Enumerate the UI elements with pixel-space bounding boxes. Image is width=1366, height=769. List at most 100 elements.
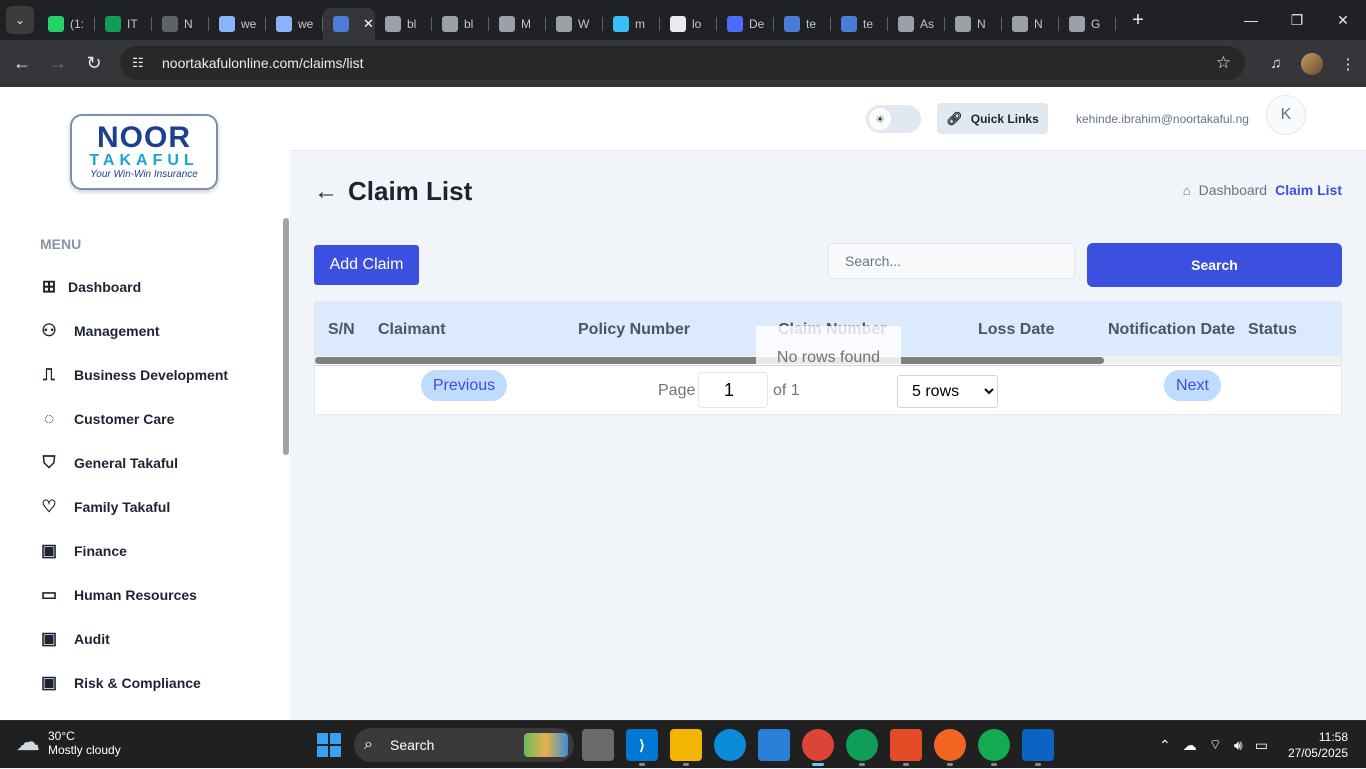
theme-toggle[interactable]: ☀ [866, 105, 921, 133]
search-input[interactable] [828, 243, 1075, 279]
postman-icon[interactable] [934, 729, 966, 766]
chrome-profile-icon[interactable] [846, 729, 878, 766]
breadcrumb-dashboard[interactable]: Dashboard [1199, 182, 1268, 198]
browser-tab[interactable]: we [266, 8, 323, 40]
page-number-input[interactable] [698, 372, 768, 408]
browser-tab[interactable]: De [717, 8, 774, 40]
tab-title: IT [127, 17, 138, 31]
minimize-button[interactable]: — [1228, 0, 1274, 40]
sidebar-item-general-takaful[interactable]: ⛉ General Takaful [38, 441, 228, 485]
forward-button[interactable]: → [40, 46, 76, 82]
more-menu-icon[interactable]: ⋮ [1330, 55, 1366, 73]
previous-page-button[interactable]: Previous [421, 370, 507, 401]
deepseek-icon [727, 16, 743, 32]
wifi-icon[interactable]: ⌔ [1209, 736, 1222, 754]
rows-per-page-select[interactable]: 5 rows [897, 375, 998, 408]
back-button[interactable]: ← [4, 46, 40, 82]
clock[interactable]: 11:58 27/05/2025 [1288, 729, 1348, 761]
browser-tab[interactable]: bl [432, 8, 489, 40]
browser-tab[interactable]: lo [660, 8, 717, 40]
battery-icon[interactable]: ▭ [1255, 737, 1268, 754]
reload-button[interactable]: ↻ [76, 46, 112, 82]
new-tab-button[interactable]: + [1124, 9, 1152, 32]
edge-icon[interactable] [714, 729, 746, 761]
browser-tab[interactable]: te [831, 8, 888, 40]
bookmark-star-icon[interactable]: ☆ [1216, 53, 1231, 73]
browser-tab[interactable]: ✕ [323, 8, 375, 40]
browser-tab[interactable]: G [1059, 8, 1116, 40]
file-explorer-icon[interactable] [670, 729, 702, 766]
browser-tab[interactable]: bl [375, 8, 432, 40]
sidebar-item-audit[interactable]: ▣ Audit [38, 617, 228, 661]
sidebar-item-label: Dashboard [68, 279, 142, 295]
browser-tab[interactable]: (1: [38, 8, 95, 40]
close-tab-icon[interactable]: ✕ [363, 16, 374, 32]
pdf-app-icon[interactable] [890, 729, 922, 766]
browser-tab[interactable]: m [603, 8, 660, 40]
site-info-icon[interactable]: ☷ [132, 55, 148, 71]
start-button[interactable] [317, 733, 341, 757]
column-header-policy-number[interactable]: Policy Number [578, 321, 690, 339]
browser-tab[interactable]: M [489, 8, 546, 40]
sidebar-item-risk-compliance[interactable]: ▣ Risk & Compliance [38, 661, 228, 705]
sidebar-item-customer-care[interactable]: ◌ Customer Care [38, 397, 228, 441]
vscode-icon[interactable]: ⟩ [626, 729, 658, 766]
close-window-button[interactable]: ✕ [1320, 0, 1366, 40]
sidebar-item-management[interactable]: ⚇ Management [38, 309, 228, 353]
maximize-button[interactable]: ❐ [1274, 0, 1320, 40]
tab-title: N [977, 17, 986, 31]
column-header-status[interactable]: Status [1248, 321, 1297, 339]
store-icon[interactable] [758, 729, 790, 761]
sidebar-item-finance[interactable]: ▣ Finance [38, 529, 228, 573]
browser-tab[interactable]: N [1002, 8, 1059, 40]
doc-icon [219, 16, 235, 32]
column-header-notification-date[interactable]: Notification Date [1108, 321, 1235, 339]
flow-icon: ⎍ [43, 365, 55, 384]
mongodb-compass-icon[interactable] [978, 729, 1010, 766]
tab-title: we [298, 17, 314, 31]
chrome-icon[interactable] [802, 729, 834, 766]
address-bar[interactable]: ☷ noortakafulonline.com/claims/list ☆ [120, 46, 1245, 80]
sidebar-item-human-resources[interactable]: ▭ Human Resources [38, 573, 228, 617]
user-avatar[interactable]: K [1266, 95, 1306, 135]
next-page-button[interactable]: Next [1164, 370, 1221, 401]
tab-search-button[interactable]: ⌄ [6, 6, 34, 34]
volume-icon[interactable]: 🔊︎ [1234, 737, 1243, 754]
browser-tab[interactable]: N [152, 8, 209, 40]
sidebar-item-family-takaful[interactable]: ♡ Family Takaful [38, 485, 228, 529]
outlook-icon[interactable] [1022, 729, 1054, 766]
column-header-claimant[interactable]: Claimant [378, 321, 446, 339]
profile-avatar[interactable] [1301, 52, 1323, 75]
browser-tab[interactable]: te [774, 8, 831, 40]
tab-title: N [184, 17, 193, 31]
weather-widget[interactable]: ☁ 30°C Mostly cloudy [16, 728, 121, 757]
tab-title: De [749, 17, 765, 31]
taskbar-search[interactable]: ⌕ Search [354, 728, 574, 762]
browser-tab[interactable]: we [209, 8, 266, 40]
browser-tab[interactable]: IT [95, 8, 152, 40]
chevron-up-icon[interactable]: ⌃ [1159, 737, 1171, 754]
scrollbar-thumb[interactable] [315, 357, 1104, 364]
browser-tab[interactable]: As [888, 8, 945, 40]
chrome-icon [955, 16, 971, 32]
task-view-icon[interactable] [582, 729, 614, 761]
quick-links-button[interactable]: 🔗︎ Quick Links [937, 103, 1048, 134]
sidebar-scrollbar[interactable] [283, 218, 289, 455]
browser-tab[interactable]: N [945, 8, 1002, 40]
sidebar-item-business-development[interactable]: ⎍ Business Development [38, 353, 228, 397]
link-icon: 🔗︎ [946, 110, 963, 126]
company-logo[interactable]: NOOR TAKAFUL Your Win-Win Insurance [70, 114, 218, 190]
tailwind-icon [613, 16, 629, 32]
openai-icon [1069, 16, 1085, 32]
sidebar-item-dashboard[interactable]: ⊞ Dashboard [38, 265, 228, 309]
media-control-icon[interactable]: ♫ [1258, 55, 1294, 72]
column-header-sn[interactable]: S/N [328, 321, 355, 339]
noor-icon [784, 16, 800, 32]
tab-title: N [1034, 17, 1043, 31]
search-button[interactable]: Search [1087, 243, 1342, 287]
onedrive-icon[interactable]: ☁ [1183, 737, 1197, 754]
column-header-loss-date[interactable]: Loss Date [978, 321, 1054, 339]
browser-tab[interactable]: W [546, 8, 603, 40]
add-claim-button[interactable]: Add Claim [314, 245, 419, 285]
back-arrow-icon[interactable]: ← [314, 178, 338, 206]
